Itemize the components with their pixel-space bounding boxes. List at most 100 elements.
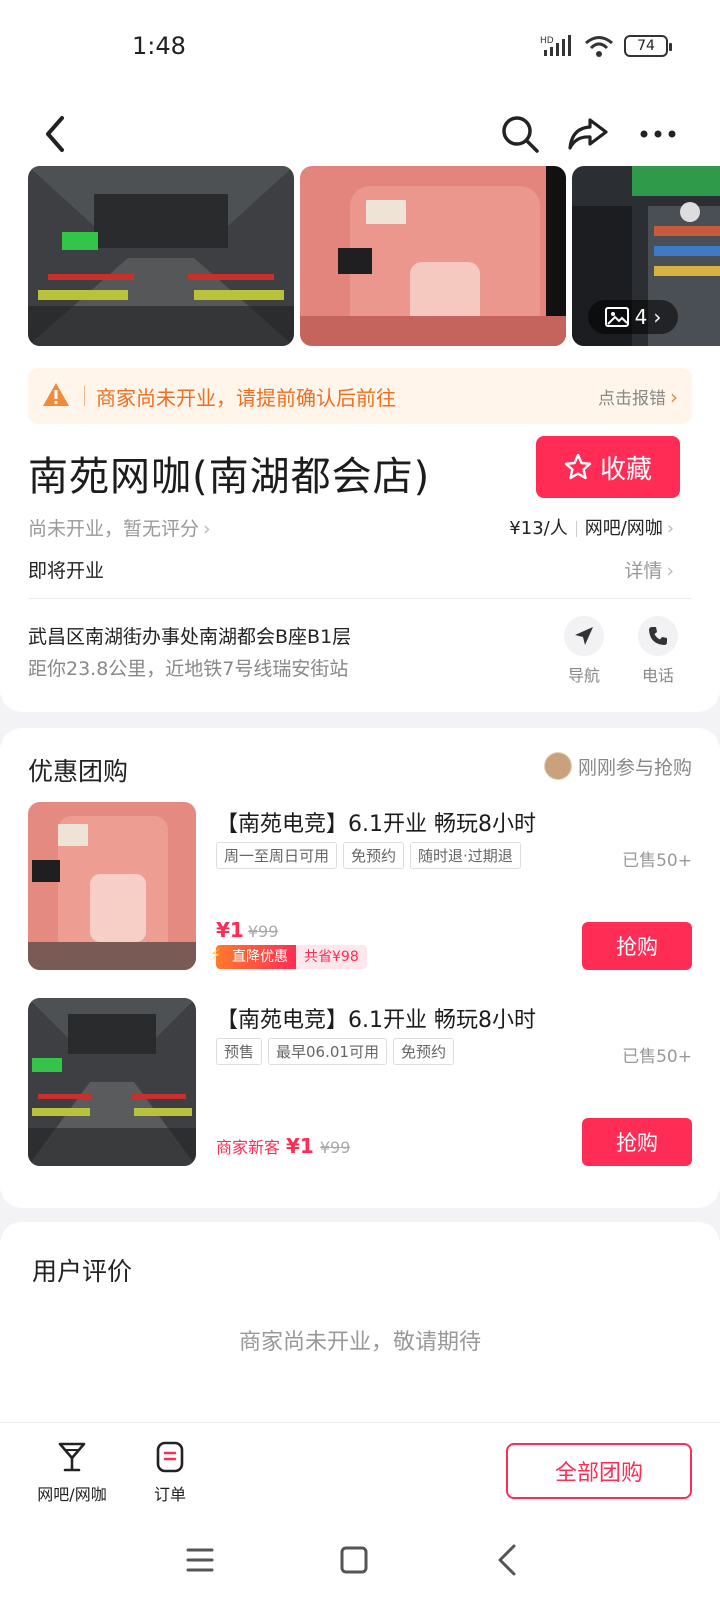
navigate-button[interactable]: 导航	[562, 616, 606, 685]
tab-orders[interactable]: 订单	[120, 1441, 220, 1505]
navigation-arrow-icon	[575, 627, 593, 645]
notice-divider	[84, 386, 85, 406]
orders-icon	[156, 1441, 184, 1473]
tab-category[interactable]: 网吧/网咖	[22, 1441, 122, 1505]
tab-orders-label: 订单	[153, 1485, 186, 1504]
gallery-photo-1[interactable]	[28, 166, 294, 346]
chevron-right-icon: ›	[203, 518, 211, 540]
rating-row[interactable]: 尚未开业，暂无评分 ›	[28, 514, 211, 541]
gallery-photo-2[interactable]	[300, 166, 566, 346]
phone-circle	[638, 616, 678, 656]
report-error-link[interactable]: 点击报错 ›	[598, 384, 678, 409]
chevron-right-icon: ›	[666, 560, 674, 582]
deal-title: 【南苑电竞】6.1开业 畅玩8小时	[216, 812, 536, 837]
details-label: 详情	[624, 560, 663, 582]
star-icon	[564, 453, 592, 480]
signal-icon: HD	[540, 35, 571, 56]
deal-tag: 免预约	[343, 842, 405, 869]
current-price: ¥1	[216, 918, 244, 942]
deal-tags: 周一至周日可用 免预约 随时退·过期退	[216, 842, 521, 869]
price-per-person: ¥13/人	[509, 518, 568, 539]
deal-image[interactable]	[28, 998, 196, 1166]
shop-name: 南苑网咖(南湖都会店)	[28, 454, 431, 500]
recent-buyers: 刚刚参与抢购	[543, 752, 692, 780]
svg-text:HD: HD	[540, 36, 554, 46]
phone-button[interactable]: 电话	[636, 616, 680, 685]
top-nav	[0, 96, 720, 168]
deal-price: 商家新客 ¥1 ¥99	[216, 1134, 350, 1158]
divider	[28, 598, 692, 599]
chevron-right-icon: ›	[666, 518, 674, 539]
photo-count-badge[interactable]: 4 ›	[588, 300, 678, 334]
report-label: 点击报错	[598, 389, 666, 409]
deal-tags: 预售 最早06.01可用 免预约	[216, 1038, 454, 1065]
deal-price: ¥1 ¥99	[216, 918, 278, 942]
menu-icon[interactable]	[180, 1540, 220, 1580]
back-icon[interactable]	[34, 112, 78, 156]
favorite-button[interactable]: 收藏	[536, 436, 680, 498]
deal-tag: 免预约	[392, 1038, 454, 1065]
sold-count: 已售50+	[622, 851, 692, 871]
group-deals-section: 优惠团购 刚刚参与抢购 【南苑电竞】6.1开业 畅玩8小时 周一至周日可用 免预…	[0, 728, 720, 1208]
status-time: 1:48	[132, 32, 186, 60]
bottom-action-bar: 网吧/网咖 订单 全部团购	[0, 1422, 720, 1522]
open-status: 即将开业	[28, 560, 105, 582]
share-icon[interactable]	[566, 112, 610, 156]
all-deals-button[interactable]: 全部团购	[506, 1443, 692, 1499]
cocktail-icon	[58, 1442, 86, 1472]
section-title: 用户评价	[32, 1257, 133, 1286]
system-navigation-bar	[0, 1522, 720, 1600]
shop-category: 网吧/网咖	[584, 518, 663, 539]
deal-item[interactable]: 【南苑电竞】6.1开业 畅玩8小时 周一至周日可用 免预约 随时退·过期退 已售…	[28, 802, 692, 972]
home-icon[interactable]	[334, 1540, 374, 1580]
deal-tag: 随时退·过期退	[410, 842, 521, 869]
deal-item[interactable]: 【南苑电竞】6.1开业 畅玩8小时 预售 最早06.01可用 免预约 已售50+…	[28, 998, 692, 1168]
status-bar: 1:48 HD 74	[0, 0, 720, 96]
favorite-label: 收藏	[599, 454, 652, 485]
battery-icon: 74	[624, 35, 672, 57]
phone-label: 电话	[641, 666, 675, 685]
chevron-right-icon: ›	[653, 305, 662, 329]
promo-label: 直降优惠	[210, 943, 296, 969]
recent-buyers-text: 刚刚参与抢购	[577, 756, 692, 779]
navigate-circle	[564, 616, 604, 656]
avatar	[543, 752, 572, 780]
photo-count: 4	[634, 305, 648, 329]
notice-text: 商家尚未开业，请提前确认后前往	[96, 386, 396, 410]
shop-distance: 距你23.8公里，近地铁7号线瑞安街站	[28, 658, 349, 680]
warning-icon	[43, 383, 69, 406]
search-icon[interactable]	[498, 112, 542, 156]
original-price: ¥99	[247, 922, 279, 941]
rating-text: 尚未开业，暂无评分	[28, 518, 200, 540]
deal-tag: 预售	[216, 1038, 263, 1065]
deal-image[interactable]	[28, 802, 196, 970]
section-title: 优惠团购	[28, 757, 129, 786]
buy-button[interactable]: 抢购	[582, 922, 692, 970]
reviews-section: 用户评价 商家尚未开业，敬请期待	[0, 1222, 720, 1422]
price-category-row[interactable]: ¥13/人 网吧/网咖 ›	[509, 514, 674, 540]
original-price: ¥99	[319, 1138, 351, 1157]
not-open-notice[interactable]: 商家尚未开业，请提前确认后前往 点击报错 ›	[28, 368, 692, 424]
photo-gallery[interactable]: 4 ›	[28, 166, 720, 346]
shop-address[interactable]: 武昌区南湖街办事处南湖都会B座B1层	[28, 622, 351, 649]
phone-icon	[649, 627, 667, 645]
shop-info-card: 4 › 商家尚未开业，请提前确认后前往 点击报错 › 南苑网咖(南湖都会店) 收藏…	[0, 160, 720, 712]
current-price: ¥1	[286, 1134, 314, 1158]
more-icon[interactable]	[636, 112, 680, 156]
deal-tag: 周一至周日可用	[216, 842, 338, 869]
sold-count: 已售50+	[622, 1047, 692, 1067]
buy-button[interactable]: 抢购	[582, 1118, 692, 1166]
deal-tag: 最早06.01可用	[268, 1038, 387, 1065]
promo-savings: 共省¥98	[296, 945, 367, 969]
tab-category-label: 网吧/网咖	[37, 1485, 107, 1504]
reviews-empty-text: 商家尚未开业，敬请期待	[238, 1330, 481, 1355]
back-nav-icon[interactable]	[488, 1540, 528, 1580]
navigate-label: 导航	[567, 666, 601, 685]
image-icon	[604, 307, 629, 327]
deal-title: 【南苑电竞】6.1开业 畅玩8小时	[216, 1008, 536, 1033]
new-customer-label: 商家新客	[216, 1138, 281, 1157]
status-icons: HD 74	[540, 34, 672, 58]
chevron-right-icon: ›	[670, 385, 678, 409]
promo-badge: 直降优惠 共省¥98	[210, 943, 367, 969]
details-link[interactable]: 详情 ›	[624, 556, 674, 583]
